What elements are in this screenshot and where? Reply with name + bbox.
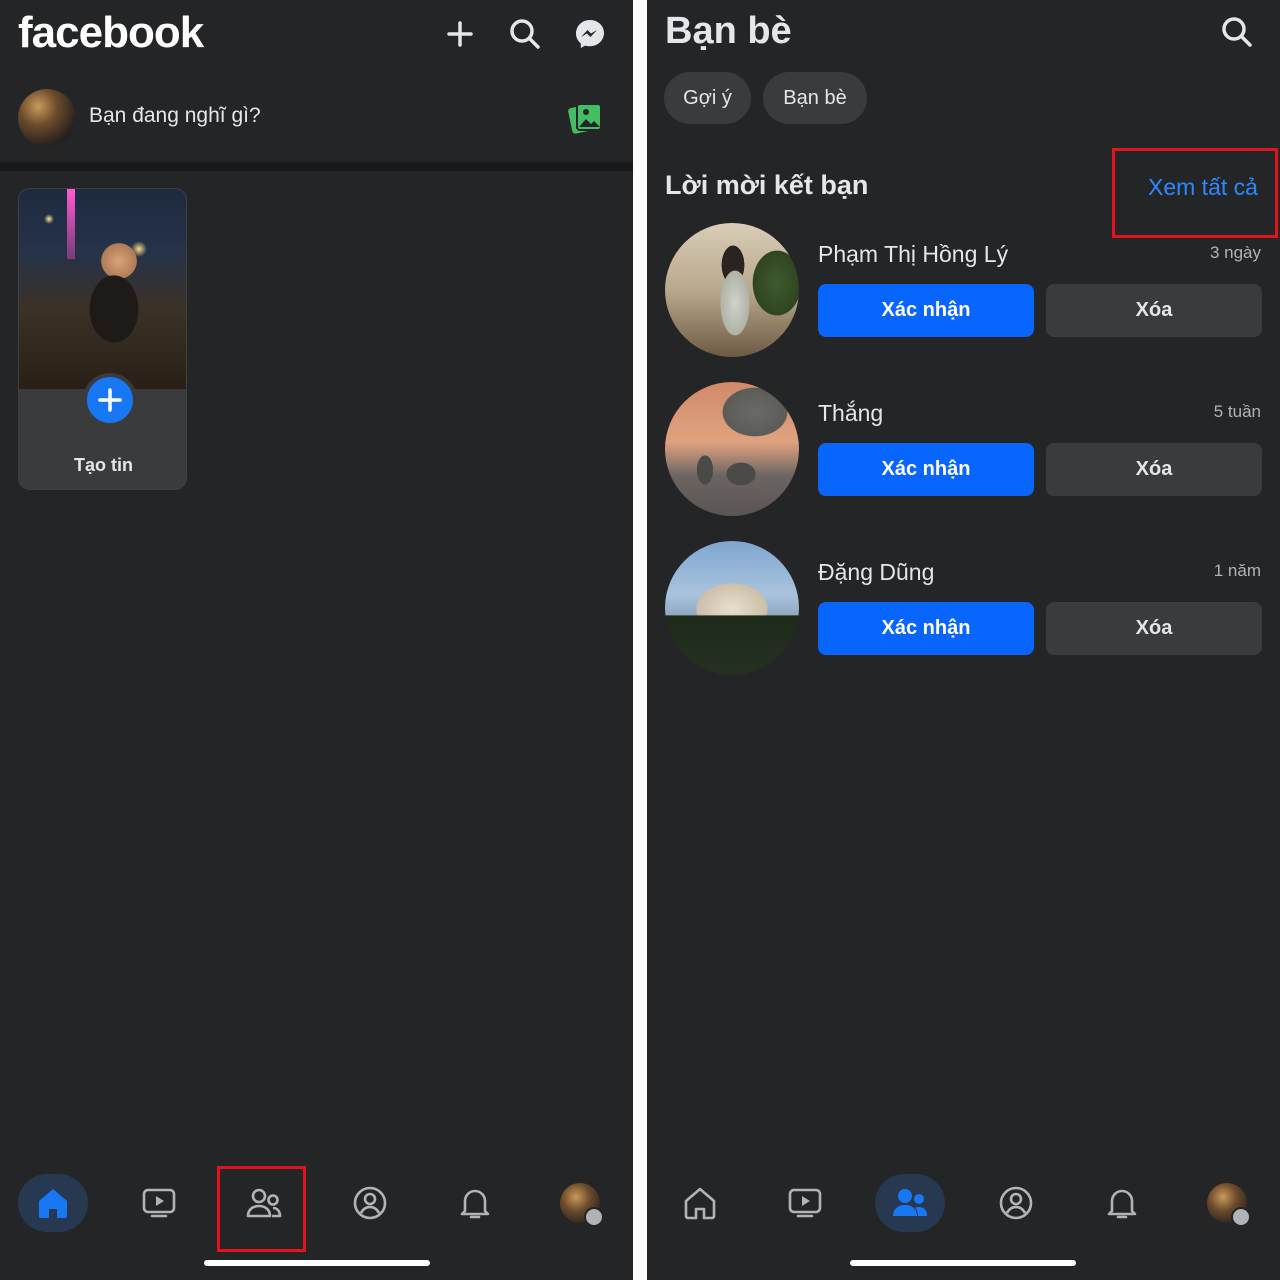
nav-home[interactable] — [18, 1174, 88, 1232]
messenger-icon — [576, 20, 604, 48]
messenger-button[interactable] — [570, 14, 610, 54]
requester-avatar[interactable] — [665, 223, 799, 357]
story-tower — [67, 189, 75, 259]
search-icon — [1222, 17, 1252, 47]
friend-request: Phạm Thị Hồng Lý 3 ngày Xác nhận Xóa — [647, 223, 1280, 363]
menu-avatar — [560, 1183, 604, 1227]
friends-icon — [246, 1188, 282, 1218]
friends-icon — [893, 1189, 927, 1216]
request-time: 3 ngày — [1209, 243, 1261, 262]
requester-name[interactable]: Phạm Thị Hồng Lý — [818, 241, 1008, 268]
video-icon — [142, 1188, 176, 1218]
story-label: Tạo tin — [74, 455, 133, 475]
nav-menu[interactable] — [1192, 1174, 1262, 1232]
requester-avatar[interactable] — [665, 541, 799, 675]
menu-badge-icon — [584, 1207, 604, 1227]
nav-menu[interactable] — [545, 1174, 615, 1232]
menu-badge-icon — [1231, 1207, 1251, 1227]
section-title: Lời mời kết bạn — [665, 170, 869, 200]
create-button[interactable] — [440, 14, 480, 54]
home-screen: facebook Bạn đang nghĩ gì? Tạo tin — [0, 0, 633, 1280]
nav-notifications[interactable] — [440, 1174, 510, 1232]
home-indicator — [204, 1260, 430, 1266]
add-story-button[interactable] — [83, 373, 137, 427]
nav-friends[interactable] — [229, 1174, 299, 1232]
plus-icon — [98, 388, 122, 412]
delete-button[interactable]: Xóa — [1046, 602, 1262, 655]
bell-icon — [1107, 1189, 1137, 1219]
facebook-logo: facebook — [18, 8, 204, 57]
request-time: 1 năm — [1213, 561, 1261, 580]
confirm-button[interactable]: Xác nhận — [818, 602, 1034, 655]
friends-screen: Bạn bè Gợi ý Bạn bè Lời mời kết bạn Xem … — [647, 0, 1280, 1280]
home-icon — [684, 1187, 716, 1220]
friend-request: Thắng 5 tuần Xác nhận Xóa — [647, 382, 1280, 522]
story-photo — [19, 189, 186, 389]
search-icon — [510, 19, 540, 49]
nav-home[interactable] — [665, 1174, 735, 1232]
search-button[interactable] — [505, 14, 545, 54]
delete-button[interactable]: Xóa — [1046, 443, 1262, 496]
divider — [0, 162, 633, 171]
home-icon — [39, 1189, 67, 1218]
menu-avatar — [1207, 1183, 1251, 1227]
requester-name[interactable]: Đặng Dũng — [818, 559, 934, 586]
home-indicator — [850, 1260, 1076, 1266]
composer-placeholder[interactable]: Bạn đang nghĩ gì? — [89, 104, 261, 128]
delete-button[interactable]: Xóa — [1046, 284, 1262, 337]
chip-friends[interactable]: Bạn bè — [763, 72, 867, 124]
chip-suggestions[interactable]: Gợi ý — [664, 72, 751, 124]
bell-icon — [460, 1189, 490, 1219]
profile-icon — [353, 1186, 387, 1220]
requester-avatar[interactable] — [665, 382, 799, 516]
confirm-button[interactable]: Xác nhận — [818, 284, 1034, 337]
nav-video[interactable] — [124, 1174, 194, 1232]
bottom-nav — [647, 1168, 1280, 1238]
profile-icon — [999, 1186, 1033, 1220]
video-icon — [788, 1188, 822, 1218]
bottom-nav — [0, 1168, 633, 1238]
nav-notifications[interactable] — [1087, 1174, 1157, 1232]
nav-profile[interactable] — [335, 1174, 405, 1232]
request-time: 5 tuần — [1213, 402, 1261, 421]
requester-name[interactable]: Thắng — [818, 400, 883, 427]
friend-request: Đặng Dũng 1 năm Xác nhận Xóa — [647, 541, 1280, 681]
plus-icon — [447, 21, 473, 47]
post-composer[interactable]: Bạn đang nghĩ gì? — [0, 82, 633, 154]
nav-video[interactable] — [770, 1174, 840, 1232]
see-all-link[interactable]: Xem tất cả — [1148, 174, 1258, 201]
page-title: Bạn bè — [665, 10, 792, 52]
nav-profile[interactable] — [981, 1174, 1051, 1232]
nav-friends[interactable] — [875, 1174, 945, 1232]
create-story-card[interactable]: Tạo tin — [18, 188, 187, 490]
user-avatar — [18, 89, 76, 147]
photo-icon[interactable] — [568, 100, 604, 136]
confirm-button[interactable]: Xác nhận — [818, 443, 1034, 496]
search-button[interactable] — [1217, 12, 1257, 52]
